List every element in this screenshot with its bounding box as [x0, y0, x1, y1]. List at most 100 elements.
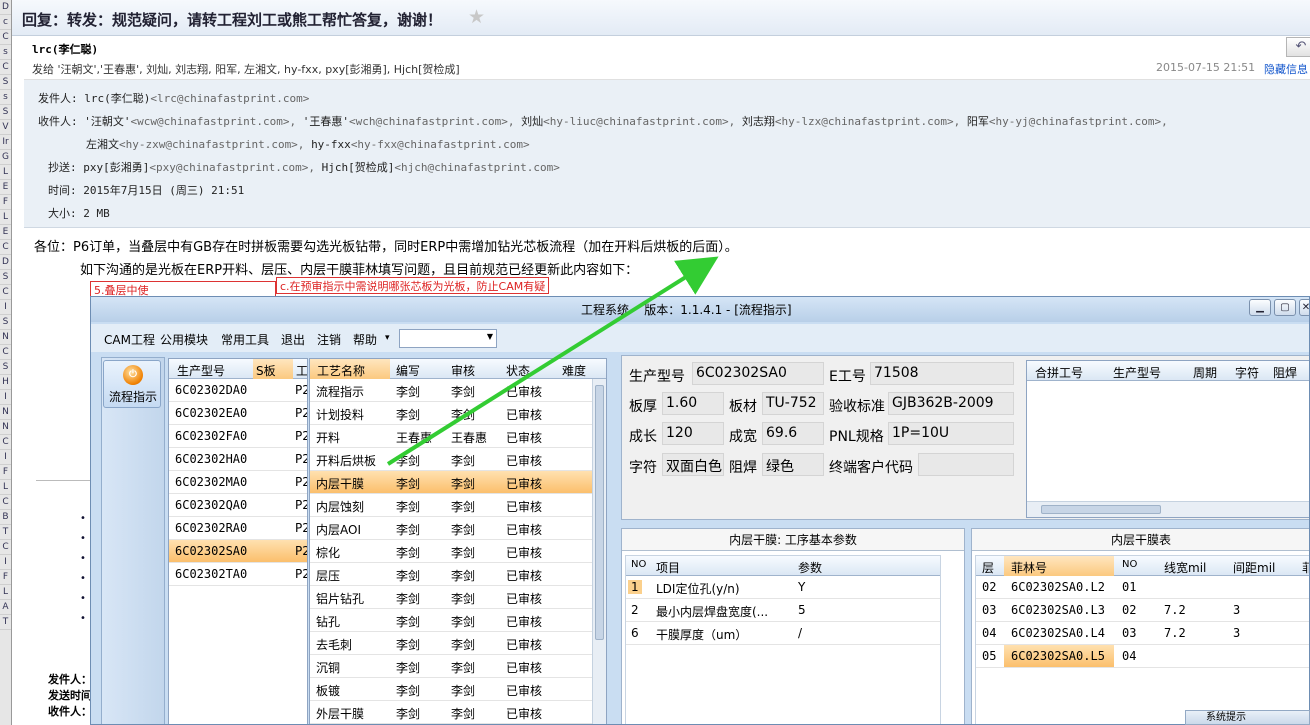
menu-tools[interactable]: 常用工具	[221, 331, 269, 348]
std-field[interactable]: GJB362B-2009	[888, 392, 1014, 415]
scroll-thumb[interactable]	[595, 385, 604, 640]
recipient-name[interactable]: 左湘文	[86, 138, 119, 151]
col-header[interactable]: 间距mil	[1233, 559, 1275, 576]
folder-tab[interactable]: B	[0, 510, 11, 525]
folder-tab[interactable]: E	[0, 225, 11, 240]
cust-field[interactable]	[918, 453, 1014, 476]
col-header[interactable]: 阻焊	[1273, 364, 1297, 381]
folder-tab[interactable]: V	[0, 120, 11, 135]
to-list-1[interactable]: '汪朝文'<wcw@chinafastprint.com>, '王春惠'<wch…	[84, 115, 1167, 128]
folder-tab[interactable]: S	[0, 105, 11, 120]
process-row[interactable]: 板镀 李剑 李剑 已审核	[310, 678, 606, 701]
folder-tab[interactable]: I	[0, 450, 11, 465]
col-header[interactable]: 难度	[562, 362, 586, 379]
param-row[interactable]: 1 LDI定位孔(y/n) Y	[626, 576, 940, 599]
folder-tab[interactable]: S	[0, 270, 11, 285]
product-row[interactable]: 6C02302FA0 P2	[169, 425, 307, 448]
recipient-name[interactable]: 刘志翔	[742, 115, 775, 128]
process-row[interactable]: 内层干膜 李剑 李剑 已审核	[310, 471, 606, 494]
folder-tab[interactable]: S	[0, 75, 11, 90]
mask-field[interactable]: 绿色	[762, 453, 824, 476]
product-row[interactable]: 6C02302MA0 P2	[169, 471, 307, 494]
process-row[interactable]: 沉铜 李剑 李剑 已审核	[310, 655, 606, 678]
folder-tab[interactable]: E	[0, 180, 11, 195]
pnl-field[interactable]: 1P=10U	[888, 422, 1014, 445]
process-row[interactable]: 开料 王春惠 王春惠 已审核	[310, 425, 606, 448]
cc-list[interactable]: pxy[彭湘勇]<pxy@chinafastprint.com>, Hjch[贺…	[83, 161, 560, 174]
product-row[interactable]: 6C02302SA0 P2	[169, 540, 307, 563]
col-header[interactable]: NO	[1122, 559, 1137, 570]
mat-field[interactable]: TU-752	[762, 392, 824, 415]
col-header[interactable]: 审核	[451, 362, 475, 379]
product-row[interactable]: 6C02302QA0 P2	[169, 494, 307, 517]
thick-field[interactable]: 1.60	[662, 392, 724, 415]
help-arrow-icon[interactable]: ▾	[385, 333, 390, 343]
e-field[interactable]: 71508	[870, 362, 1014, 385]
film-row[interactable]: 03 6C02302SA0.L3 02 7.2 3	[976, 599, 1309, 622]
param-row[interactable]: 6 干膜厚度（um） /	[626, 622, 940, 645]
col-header[interactable]: 项目	[656, 559, 680, 576]
col-header[interactable]: 周期	[1193, 364, 1217, 381]
col-header[interactable]: 生产型号	[177, 362, 225, 379]
folder-tab[interactable]: H	[0, 375, 11, 390]
recipient-name[interactable]: '汪朝文'	[84, 115, 130, 128]
product-row[interactable]: 6C02302TA0 P2	[169, 563, 307, 586]
menu-logout[interactable]: 注销	[317, 331, 341, 348]
folder-tab[interactable]: S	[0, 315, 11, 330]
wid-field[interactable]: 69.6	[762, 422, 824, 445]
sender-name[interactable]: lrc(李仁聪)	[32, 41, 98, 57]
folder-tab[interactable]: C	[0, 240, 11, 255]
process-row[interactable]: 开料后烘板 李剑 李剑 已审核	[310, 448, 606, 471]
reply-arrow-icon[interactable]: ↶	[1286, 37, 1310, 57]
scroll-thumb[interactable]	[1041, 505, 1161, 514]
col-header[interactable]: 合拼工号	[1035, 364, 1083, 381]
col-header[interactable]: 工	[296, 362, 307, 379]
menu-help[interactable]: 帮助	[353, 331, 377, 348]
recipient-name[interactable]: 阳军	[967, 115, 989, 128]
folder-tab[interactable]: L	[0, 480, 11, 495]
folder-tab[interactable]: L	[0, 165, 11, 180]
col-header[interactable]: 生产型号	[1113, 364, 1161, 381]
product-row[interactable]: 6C02302RA0 P2	[169, 517, 307, 540]
folder-tab[interactable]: I	[0, 300, 11, 315]
recipient-name[interactable]: pxy[彭湘勇]	[83, 161, 149, 174]
process-row[interactable]: 钻孔 李剑 李剑 已审核	[310, 609, 606, 632]
system-hint-popup[interactable]: 系统提示	[1185, 710, 1310, 725]
recipient-name[interactable]: hy-fxx	[311, 138, 351, 151]
product-row[interactable]: 6C02302HA0 P2	[169, 448, 307, 471]
film-row[interactable]: 05 6C02302SA0.L5 04	[976, 645, 1309, 668]
prod-field[interactable]: 6C02302SA0	[692, 362, 824, 385]
folder-tab[interactable]: N	[0, 330, 11, 345]
window-titlebar[interactable]: 工程系统 版本：1.1.4.1 - [流程指示] ▁ ▢ ✕	[91, 297, 1309, 322]
recipient-name[interactable]: Hjch[贺检成]	[322, 161, 395, 174]
process-row[interactable]: 层压 李剑 李剑 已审核	[310, 563, 606, 586]
process-row[interactable]: 外层干膜 李剑 李剑 已审核	[310, 701, 606, 724]
folder-tab[interactable]: C	[0, 495, 11, 510]
col-header[interactable]: 线宽mil	[1164, 559, 1206, 576]
process-row[interactable]: 棕化 李剑 李剑 已审核	[310, 540, 606, 563]
col-header[interactable]: 编写	[396, 362, 420, 379]
folder-tab[interactable]: N	[0, 420, 11, 435]
folder-tab[interactable]: F	[0, 195, 11, 210]
col-header[interactable]: 工艺名称	[310, 359, 390, 379]
hide-info-link[interactable]: 隐藏信息	[1264, 61, 1308, 77]
folder-tab[interactable]: s	[0, 45, 11, 60]
minimize-icon[interactable]: ▁	[1249, 299, 1271, 316]
col-header[interactable]: 参数	[798, 559, 822, 576]
col-header[interactable]: 状态	[506, 362, 530, 379]
folder-tab[interactable]: C	[0, 285, 11, 300]
folder-tab[interactable]: c	[0, 15, 11, 30]
process-row[interactable]: 去毛刺 李剑 李剑 已审核	[310, 632, 606, 655]
folder-tab[interactable]: T	[0, 615, 11, 630]
len-field[interactable]: 120	[662, 422, 724, 445]
folder-tab[interactable]: Ir	[0, 135, 11, 150]
folder-tab[interactable]: s	[0, 90, 11, 105]
close-icon[interactable]: ✕	[1299, 299, 1309, 316]
product-row[interactable]: 6C02302DA0 P2	[169, 379, 307, 402]
folder-tab[interactable]: F	[0, 465, 11, 480]
recipient-name[interactable]: '王春惠'	[303, 115, 349, 128]
star-icon[interactable]: ★	[468, 6, 485, 28]
folder-tab[interactable]: L	[0, 585, 11, 600]
col-header[interactable]: 菲	[1302, 559, 1309, 576]
folder-tab[interactable]: C	[0, 60, 11, 75]
